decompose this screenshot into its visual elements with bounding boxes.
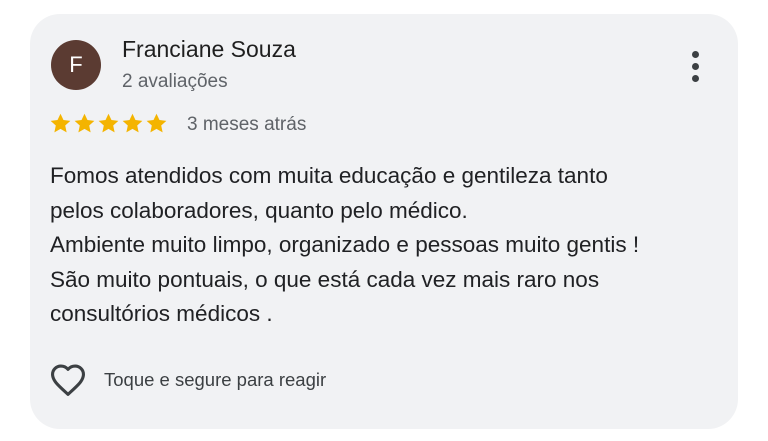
review-text-line: Ambiente muito limpo, organizado e pesso… xyxy=(50,232,640,257)
review-text-line: consultórios médicos . xyxy=(50,301,273,326)
more-vert-icon xyxy=(691,50,699,58)
react-label: Toque e segure para reagir xyxy=(104,369,327,390)
author-name[interactable]: Franciane Souza xyxy=(122,36,296,63)
review-text-line: pelos colaboradores, quanto pelo médico. xyxy=(50,197,468,223)
star-icon xyxy=(146,113,167,133)
avatar[interactable]: F xyxy=(51,40,101,90)
more-vert-icon-dot xyxy=(691,74,699,82)
heart-outline-icon xyxy=(51,364,85,396)
star-rating xyxy=(49,112,168,136)
star-icon xyxy=(122,113,143,133)
star-icon xyxy=(50,113,71,133)
review-card: F Franciane Souza 2 avaliações 3 meses a… xyxy=(30,14,738,429)
star-icon xyxy=(74,113,95,133)
more-vert-icon-dot xyxy=(691,62,699,70)
review-text: Fomos atendidos com muita educação e gen… xyxy=(50,159,730,332)
more-options-button[interactable] xyxy=(680,46,710,86)
review-text-line: São muito pontuais, o que está cada vez … xyxy=(50,266,600,292)
react-button[interactable]: Toque e segure para reagir xyxy=(49,360,326,400)
star-icon xyxy=(98,113,119,133)
review-time: 3 meses atrás xyxy=(187,114,307,135)
author-review-count: 2 avaliações xyxy=(122,71,228,92)
review-text-line: Fomos atendidos com muita educação e gen… xyxy=(50,163,608,188)
